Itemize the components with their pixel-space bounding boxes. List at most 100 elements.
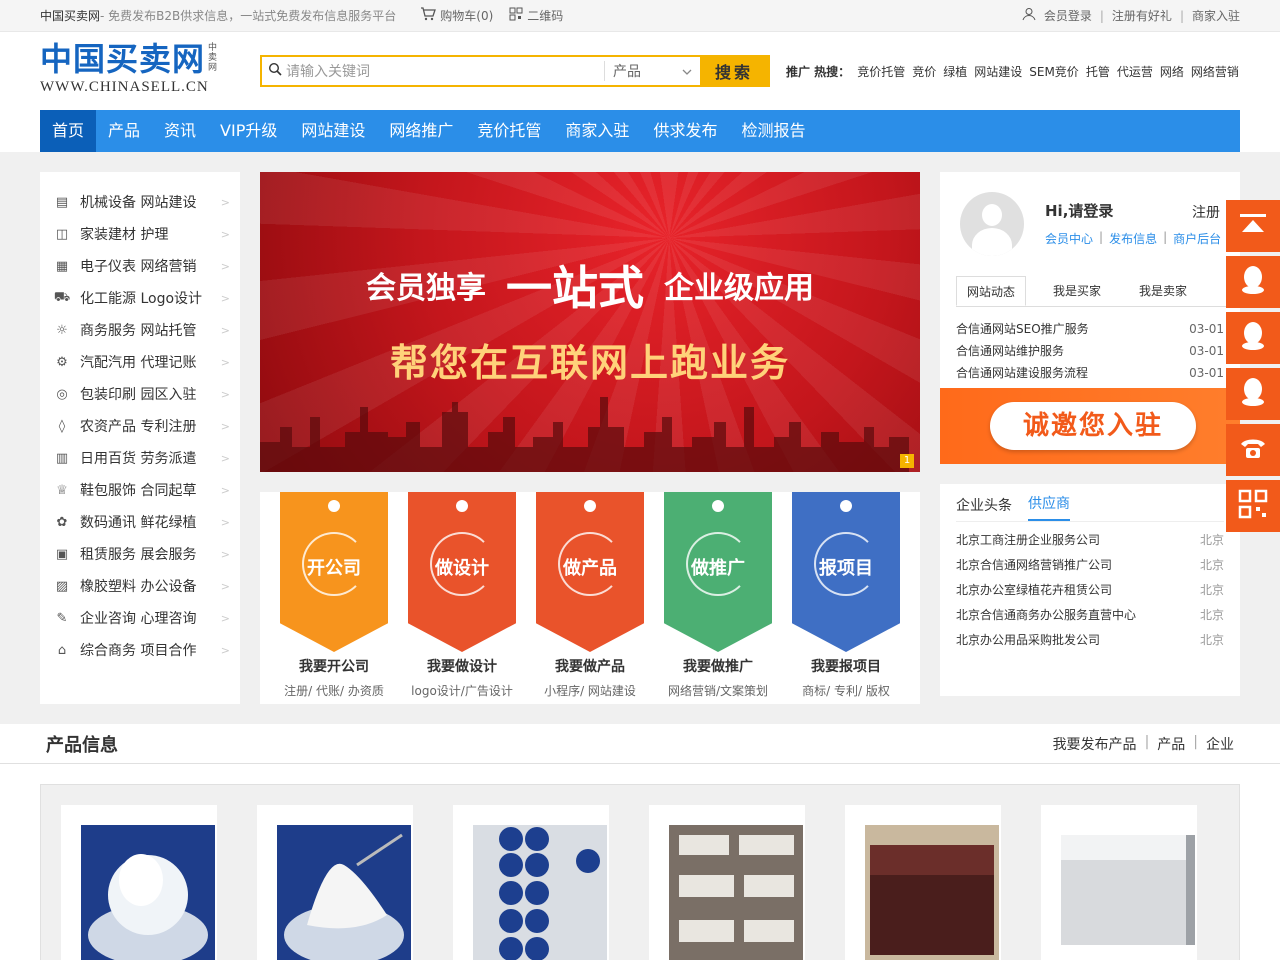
nav-promotion[interactable]: 网络推广 <box>377 110 465 152</box>
product-card[interactable] <box>61 805 217 960</box>
list-item[interactable]: 北京合信通网络营销推广公司 北京 <box>956 553 1224 578</box>
service-tag[interactable]: 做产品 我要做产品 小程序/ 网站建设 <box>535 492 645 704</box>
category-item[interactable]: ♕ 鞋包服饰 合同起草 > <box>40 474 240 506</box>
nav-website[interactable]: 网站建设 <box>289 110 377 152</box>
hot-item[interactable]: 网站建设 <box>974 63 1022 80</box>
register-link[interactable]: 注册有好礼 <box>1112 7 1172 24</box>
separator: | <box>1099 8 1104 23</box>
site-name[interactable]: 中国买卖网 <box>40 7 100 24</box>
product-card[interactable] <box>257 805 413 960</box>
category-item[interactable]: ▤ 机械设备 网站建设 > <box>40 186 240 218</box>
hot-item[interactable]: 绿植 <box>943 63 967 80</box>
chevron-right-icon: > <box>220 547 230 561</box>
join-button: 诚邀您入驻 <box>990 402 1196 450</box>
products-link[interactable]: 产品 <box>1157 734 1185 754</box>
qq-chat-button[interactable] <box>1226 256 1280 308</box>
separator: | <box>1193 734 1198 750</box>
tab-seller[interactable]: 我是卖家 <box>1128 276 1198 306</box>
back-to-top-button[interactable] <box>1226 200 1280 252</box>
category-item[interactable]: ▦ 电子仪表 网络营销 > <box>40 250 240 282</box>
bulb-icon: ☼ <box>56 322 68 338</box>
publish-product-link[interactable]: 我要发布产品 <box>1053 734 1137 754</box>
list-item[interactable]: 合信通网站维护服务 03-01 <box>956 340 1224 362</box>
merchant-link[interactable]: 商家入驻 <box>1192 7 1240 24</box>
nav-reports[interactable]: 检测报告 <box>729 110 817 152</box>
search-category-select[interactable]: 产品 <box>604 61 700 81</box>
tab-site-news[interactable]: 网站动态 <box>956 276 1026 306</box>
tab-buyer[interactable]: 我是买家 <box>1042 276 1112 306</box>
category-item[interactable]: ▣ 租赁服务 展会服务 > <box>40 538 240 570</box>
nav-bidding[interactable]: 竞价托管 <box>465 110 553 152</box>
category-item[interactable]: ⌂ 综合商务 项目合作 > <box>40 634 240 666</box>
list-item[interactable]: 北京工商注册企业服务公司 北京 <box>956 528 1224 553</box>
qrcode-button[interactable] <box>1226 480 1280 532</box>
search-button[interactable]: 搜索 <box>700 57 768 85</box>
service-tag[interactable]: 做设计 我要做设计 logo设计/广告设计 <box>407 492 517 704</box>
product-card[interactable] <box>845 805 1001 960</box>
category-item[interactable]: ◫ 家装建材 护理 > <box>40 218 240 250</box>
category-item[interactable]: ▨ 橡胶塑料 办公设备 > <box>40 570 240 602</box>
product-card[interactable] <box>453 805 609 960</box>
category-item[interactable]: ⛟ 化工能源 Logo设计 > <box>40 282 240 314</box>
qq-chat-button[interactable] <box>1226 312 1280 364</box>
nav-products[interactable]: 产品 <box>96 110 152 152</box>
join-banner[interactable]: 诚邀您入驻 <box>940 388 1240 464</box>
qq-chat-button[interactable] <box>1226 368 1280 420</box>
service-tag[interactable]: 做推广 我要做推广 网络营销/文案策划 <box>663 492 773 704</box>
news-title: 合信通网站建设服务流程 <box>956 366 1089 380</box>
category-item[interactable]: ◊ 农资产品 专利注册 > <box>40 410 240 442</box>
nav-news[interactable]: 资讯 <box>152 110 208 152</box>
hot-item[interactable]: 竞价托管 <box>857 63 905 80</box>
product-card[interactable] <box>1041 805 1197 960</box>
category-item[interactable]: ✿ 数码通讯 鲜花绿植 > <box>40 506 240 538</box>
hot-item[interactable]: 网络营销 <box>1191 63 1239 80</box>
login-greeting[interactable]: Hi,请登录 <box>1045 200 1113 221</box>
list-item[interactable]: 北京合信通商务办公服务直营中心 北京 <box>956 603 1224 628</box>
hot-item[interactable]: 网络 <box>1160 63 1184 80</box>
hot-item[interactable]: 竞价 <box>912 63 936 80</box>
hot-item[interactable]: 托管 <box>1086 63 1110 80</box>
category-item[interactable]: ✎ 企业咨询 心理咨询 > <box>40 602 240 634</box>
publish-info-link[interactable]: 发布信息 <box>1109 230 1157 247</box>
supplier-city: 北京 <box>1199 558 1224 572</box>
tab-headlines[interactable]: 企业头条 <box>956 495 1012 521</box>
tab-suppliers[interactable]: 供应商 <box>1028 493 1070 521</box>
list-item[interactable]: 合信通网站建设服务流程 03-01 <box>956 362 1224 384</box>
merchant-backend-link[interactable]: 商户后台 <box>1173 230 1221 247</box>
nav-publish[interactable]: 供求发布 <box>641 110 729 152</box>
product-card[interactable] <box>649 805 805 960</box>
register-link-panel[interactable]: 注册 <box>1192 202 1220 222</box>
category-label: 商务服务 网站托管 <box>80 323 197 339</box>
cart-link[interactable]: 购物车(0) <box>420 7 493 24</box>
hot-item[interactable]: SEM竞价 <box>1029 63 1079 80</box>
search-input[interactable]: 请输入关键词 <box>262 57 604 85</box>
service-title: 我要做产品 <box>555 659 625 675</box>
list-item[interactable]: 北京办公室绿植花卉租赁公司 北京 <box>956 578 1224 603</box>
service-tag[interactable]: 报项目 我要报项目 商标/ 专利/ 版权 <box>791 492 901 704</box>
nav-vip[interactable]: VIP升级 <box>208 110 289 152</box>
site-logo[interactable]: 中国买卖网 中卖网 WWW.CHINASELL.CN <box>40 41 240 101</box>
list-item[interactable]: 合信通网站SEO推广服务 03-01 <box>956 318 1224 340</box>
chevron-right-icon: > <box>220 259 230 273</box>
news-list: 合信通网站SEO推广服务 03-01 合信通网站维护服务 03-01 合信通网站建设… <box>956 318 1224 384</box>
nav-merchant[interactable]: 商家入驻 <box>553 110 641 152</box>
category-item[interactable]: ◎ 包装印刷 园区入驻 > <box>40 378 240 410</box>
service-desc: 小程序/ 网站建设 <box>544 684 636 698</box>
nav-home[interactable]: 首页 <box>40 110 97 152</box>
supplier-tabs: 企业头条 供应商 <box>956 484 1224 522</box>
login-link[interactable]: 会员登录 <box>1044 7 1092 24</box>
qrcode-link[interactable]: 二维码 <box>509 7 563 24</box>
category-item[interactable]: ⚙ 汽配汽用 代理记账 > <box>40 346 240 378</box>
member-center-link[interactable]: 会员中心 <box>1045 230 1093 247</box>
category-item[interactable]: ☼ 商务服务 网站托管 > <box>40 314 240 346</box>
product-image <box>669 825 803 960</box>
banner-page-indicator[interactable]: 1 <box>900 454 914 468</box>
companies-link[interactable]: 企业 <box>1206 734 1234 754</box>
category-item[interactable]: ▥ 日用百货 劳务派遣 > <box>40 442 240 474</box>
hero-banner[interactable]: 会员独享 一站式 企业级应用 帮您在互联网上跑业务 1 <box>260 172 920 472</box>
service-tag[interactable]: 开公司 我要开公司 注册/ 代账/ 办资质 <box>279 492 389 704</box>
phone-button[interactable] <box>1226 424 1280 476</box>
list-item[interactable]: 北京办公用品采购批发公司 北京 <box>956 628 1224 653</box>
hot-item[interactable]: 代运营 <box>1117 63 1153 80</box>
chevron-right-icon: > <box>220 227 230 241</box>
